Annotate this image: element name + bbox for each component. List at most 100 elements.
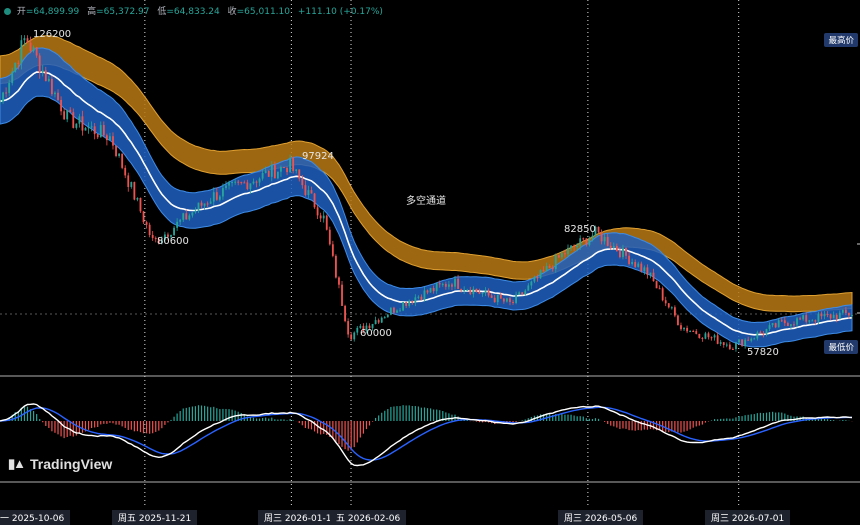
- candle-body: [399, 310, 401, 312]
- candle-body: [716, 335, 719, 344]
- candle-body: [496, 294, 499, 303]
- candle-body: [215, 192, 218, 200]
- annotation-80600: 80600: [157, 236, 189, 247]
- candle-body: [536, 277, 539, 279]
- candle-body: [145, 222, 148, 225]
- candle-body: [93, 126, 96, 135]
- annotation-97924: 97924: [302, 151, 334, 162]
- candle-body: [643, 267, 646, 272]
- candle-body: [576, 245, 579, 248]
- candle-body: [338, 277, 340, 285]
- candle-body: [322, 215, 325, 219]
- candle-body: [328, 229, 331, 245]
- candle-body: [124, 167, 127, 176]
- candle-body: [603, 236, 606, 242]
- candle-body: [32, 47, 35, 51]
- x-label-6: 周三 2026-07-01: [705, 510, 791, 525]
- candle-body: [441, 283, 444, 285]
- candle-body: [646, 267, 649, 275]
- candle-body: [615, 246, 618, 252]
- tradingview-logo-icon: ▮▲: [8, 456, 26, 471]
- candle-body: [344, 305, 346, 322]
- candle-body: [261, 172, 264, 179]
- candle-body: [26, 38, 29, 43]
- candle-body: [790, 324, 792, 326]
- candle-body: [805, 315, 808, 322]
- candle-body: [380, 317, 383, 323]
- candle-body: [704, 333, 707, 339]
- candle-body: [683, 327, 685, 330]
- candle-body: [735, 342, 737, 350]
- candle-body: [41, 70, 44, 73]
- candle-body: [432, 287, 435, 292]
- orange-band: [0, 35, 853, 313]
- candle-body: [386, 314, 389, 318]
- candle-body: [105, 135, 108, 141]
- candle-body: [493, 297, 496, 303]
- candle-body: [851, 314, 853, 316]
- candle-body: [460, 288, 463, 291]
- candle-body: [814, 320, 817, 322]
- candle-body: [786, 323, 789, 326]
- candle-body: [112, 136, 114, 146]
- annotation-126200: 126200: [33, 29, 72, 40]
- candle-body: [109, 136, 111, 141]
- candle-body: [87, 127, 90, 129]
- candle-body: [267, 170, 270, 177]
- candle-body: [542, 270, 545, 272]
- candle-body: [289, 157, 292, 173]
- candle-body: [817, 313, 820, 322]
- candle-body: [664, 300, 667, 304]
- candle-body: [264, 170, 267, 173]
- candle-body: [533, 277, 536, 282]
- candle-body: [628, 255, 630, 264]
- candle-body: [99, 125, 102, 138]
- candle-body: [823, 314, 826, 317]
- candle-body: [81, 116, 84, 131]
- candle-body: [203, 203, 206, 206]
- candle-body: [228, 182, 230, 186]
- candle-body: [707, 333, 710, 338]
- candle-body: [96, 134, 99, 138]
- candle-body: [231, 181, 233, 183]
- candle-body: [185, 213, 188, 220]
- candle-body: [115, 145, 117, 156]
- candle-body: [47, 78, 50, 82]
- candle-body: [142, 211, 145, 223]
- candle-body: [741, 339, 743, 346]
- candle-body: [347, 321, 350, 335]
- candle-body: [548, 266, 551, 268]
- candle-body: [750, 338, 753, 341]
- candle-body: [725, 344, 728, 346]
- x-label-5: 周三 2026-05-06: [558, 510, 644, 525]
- candle-body: [130, 182, 133, 187]
- channel-label: 多空通道: [406, 196, 446, 207]
- candle-body: [765, 329, 768, 335]
- tradingview-logo: ▮▲ TradingView: [8, 456, 112, 472]
- x-label-4: 五 2026-02-06: [330, 510, 407, 525]
- annotation-82850: 82850: [564, 224, 596, 235]
- candle-body: [509, 298, 511, 302]
- x-axis: 一 2025-10-06 周五 2025-11-21 周三 2026-01-14…: [0, 508, 860, 525]
- candle-body: [90, 126, 93, 128]
- candle-body: [793, 324, 795, 326]
- candle-body: [677, 315, 679, 326]
- price-chart[interactable]: [0, 0, 860, 525]
- candle-body: [719, 342, 722, 344]
- candle-body: [701, 337, 704, 339]
- candle-body: [75, 123, 78, 128]
- candle-body: [179, 219, 182, 222]
- candle-body: [438, 283, 441, 285]
- candle-body: [173, 227, 175, 236]
- candle-body: [402, 302, 405, 311]
- candle-body: [304, 185, 307, 196]
- candle-body: [341, 284, 343, 306]
- candle-body: [335, 255, 337, 278]
- candle-body: [631, 262, 634, 264]
- candle-body: [243, 182, 246, 184]
- candle-body: [393, 307, 395, 313]
- macd-line: [0, 403, 853, 467]
- candle-body: [102, 125, 105, 136]
- change-value: +111.10 (+0.17%): [297, 7, 383, 17]
- candle-body: [848, 312, 850, 316]
